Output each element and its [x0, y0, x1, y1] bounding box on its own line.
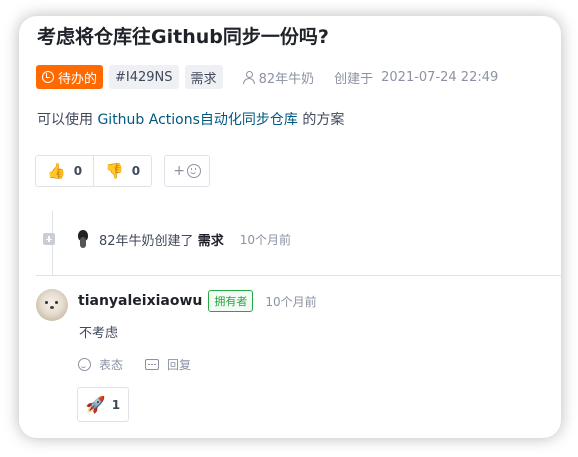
rocket-reaction-button[interactable]: 🚀 1: [77, 387, 129, 422]
divider: [36, 275, 561, 276]
comment-body: 不考虑: [79, 326, 119, 341]
issue-card: 考虑将仓库往Github同步一份吗? 待办的 #I429NS 需求 82年牛奶 …: [19, 16, 561, 438]
smile-icon: [186, 164, 201, 178]
avatar[interactable]: [75, 229, 91, 249]
plus-square-icon: [43, 233, 55, 245]
add-reaction-button[interactable]: +: [164, 155, 211, 187]
thumbs-up-button[interactable]: 👍 0: [36, 156, 93, 186]
comment-header: tianyaleixiaowu 拥有者 10个月前: [78, 289, 317, 313]
comment-username[interactable]: tianyaleixiaowu: [78, 293, 202, 309]
comment-avatar[interactable]: [36, 289, 68, 321]
created-date: 2021-07-24 22:49: [381, 69, 499, 85]
thumbs-up-count: 0: [73, 164, 83, 178]
reaction-group: 👍 0 👎 0: [35, 155, 153, 187]
event-text: 82年牛奶创建了 需求: [99, 230, 224, 249]
issue-author[interactable]: 82年牛奶: [242, 68, 315, 87]
event-type: 需求: [197, 233, 224, 249]
rocket-icon: 🚀: [85, 395, 106, 414]
issue-body: 可以使用 Github Actions自动化同步仓库 的方案: [37, 109, 344, 129]
issue-meta: 待办的 #I429NS 需求 82年牛奶 创建于 2021-07-24 22:4…: [36, 65, 498, 89]
author-name: 82年牛奶: [258, 71, 315, 87]
rocket-count: 1: [111, 397, 121, 412]
comment-time: 10个月前: [265, 294, 317, 309]
thumbs-down-button[interactable]: 👎 0: [93, 156, 151, 186]
reply-label[interactable]: 回复: [167, 356, 191, 373]
thumbs-down-icon: 👎: [105, 162, 124, 180]
react-icon[interactable]: [78, 358, 91, 371]
reply-icon[interactable]: [145, 359, 160, 370]
event-actor: 82年牛奶创建了: [99, 233, 194, 249]
status-check-icon: [42, 71, 54, 83]
issue-title: 考虑将仓库往Github同步一份吗?: [37, 26, 329, 48]
thumbs-down-count: 0: [131, 164, 141, 178]
body-prefix: 可以使用: [37, 112, 98, 128]
comment-actions: 表态 回复: [78, 356, 191, 373]
issue-type-badge[interactable]: 需求: [184, 65, 223, 89]
status-label: 待办的: [58, 71, 98, 87]
issue-id-badge[interactable]: #I429NS: [109, 65, 179, 89]
status-badge[interactable]: 待办的: [36, 65, 104, 89]
created-label: 创建于: [334, 71, 374, 87]
thumbs-up-icon: 👍: [47, 162, 66, 180]
user-icon: [242, 70, 255, 84]
react-label[interactable]: 表态: [99, 356, 123, 373]
issue-reactions: 👍 0 👎 0 +: [35, 155, 211, 187]
owner-badge: 拥有者: [208, 290, 254, 312]
body-suffix: 的方案: [297, 112, 345, 128]
plus-label: +: [173, 163, 185, 179]
timeline-event: 82年牛奶创建了 需求 10个月前: [43, 228, 291, 250]
event-time: 10个月前: [239, 232, 291, 247]
body-link[interactable]: Github Actions自动化同步仓库: [97, 112, 297, 128]
